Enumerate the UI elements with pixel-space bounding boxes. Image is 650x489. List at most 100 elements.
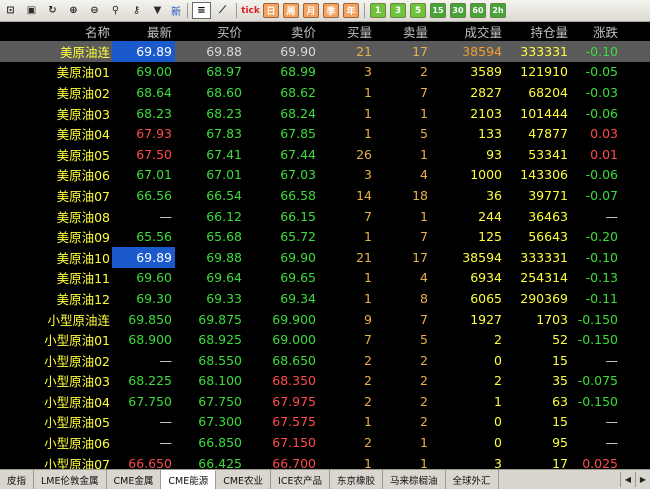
cell-bid: 68.60 [206, 84, 242, 100]
table-row[interactable]: 美原油09 65.56 65.68 65.72 1 7 125 56643 -0.20 [0, 226, 650, 247]
cell-bid: 68.23 [206, 105, 242, 121]
funnel-icon[interactable]: ▼ [148, 2, 167, 19]
header-name[interactable]: 名称 [85, 22, 110, 41]
header-bid[interactable]: 买价 [175, 22, 246, 41]
monthly-period-button[interactable]: 月 [303, 3, 319, 18]
table-row[interactable]: 小型原油连 69.850 69.875 69.900 9 7 1927 1703 -0.150 [0, 309, 650, 330]
cell-name: 美原油04 [56, 127, 110, 143]
table-row[interactable]: 美原油连 69.89 69.88 69.90 21 17 38594 333331 -0.10 [0, 41, 650, 62]
market-tab[interactable]: LME伦敦金属 [34, 470, 107, 489]
cell-volume: 3589 [470, 64, 502, 80]
cell-ask-vol: 5 [420, 332, 428, 348]
table-row[interactable]: 小型原油01 68.900 68.925 69.000 7 5 2 52 -0.150 [0, 329, 650, 350]
30min-period-button[interactable]: 30 [450, 3, 466, 18]
quarterly-period-button[interactable]: 季 [323, 3, 339, 18]
zoom-in-icon[interactable]: ⊕ [64, 2, 83, 19]
new-button[interactable]: 新 [169, 2, 183, 19]
cell-last: — [159, 208, 173, 224]
3min-period-button[interactable]: 3 [390, 3, 406, 18]
cell-name: 美原油03 [56, 106, 110, 122]
cell-bid-vol: 21 [356, 43, 372, 59]
header-open-interest[interactable]: 持仓量 [505, 22, 570, 41]
cell-ask: 67.03 [280, 167, 316, 183]
cell-open-interest: 15 [552, 352, 568, 368]
calculator-icon[interactable]: ▣ [22, 2, 41, 19]
key-icon[interactable]: ⚷ [127, 2, 146, 19]
market-tab[interactable]: 全球外汇 [446, 470, 499, 489]
table-row[interactable]: 美原油10 69.89 69.88 69.90 21 17 38594 333331 -0.10 [0, 246, 650, 268]
cell-bid-vol: 9 [364, 311, 372, 327]
cell-change: -0.075 [577, 373, 618, 389]
cell-open-interest: 290369 [520, 290, 568, 306]
quote-table: 名称 最新 买价 卖价 买量 卖量 成交量 持仓量 涨跌 美原油连 69.89 69… [0, 22, 650, 473]
table-row[interactable]: 美原油07 66.56 66.54 66.58 14 18 36 39771 -0.07 [0, 185, 650, 206]
cell-bid: 69.64 [206, 270, 242, 286]
toolbar: ⊡ ▣ ↻ ⊕ ⊖ ⚲ ⚷ ▼ 新 ≡ ⟋ tick 日周月季年 1 3 5 15 30 60 2h [0, 0, 650, 22]
header-volume[interactable]: 成交量 [431, 22, 505, 41]
header-ask[interactable]: 卖价 [246, 22, 320, 41]
cell-volume: 2 [494, 332, 502, 348]
zoom-out-icon[interactable]: ⊖ [85, 2, 104, 19]
table-row[interactable]: 小型原油03 68.225 68.100 68.350 2 2 2 35 -0.075 [0, 371, 650, 392]
search-icon[interactable]: ⚲ [106, 2, 125, 19]
5min-period-button[interactable]: 5 [410, 3, 426, 18]
table-row[interactable]: 美原油06 67.01 67.01 67.03 3 4 1000 143306 -0.06 [0, 165, 650, 186]
cell-last: 65.56 [136, 229, 172, 245]
header-bid-vol[interactable]: 买量 [320, 22, 375, 41]
2hour-period-button[interactable]: 2h [490, 3, 506, 18]
weekly-period-button[interactable]: 周 [283, 3, 299, 18]
1min-period-button[interactable]: 1 [370, 3, 386, 18]
cell-last: 69.60 [136, 270, 172, 286]
cell-bid-vol: 7 [364, 332, 372, 348]
table-row[interactable]: 美原油02 68.64 68.60 68.62 1 7 2827 68204 -0.03 [0, 82, 650, 103]
table-row[interactable]: 美原油04 67.93 67.83 67.85 1 5 133 47877 0.03 [0, 123, 650, 144]
header-change[interactable]: 涨跌 [570, 22, 620, 41]
cell-bid: 67.83 [206, 126, 242, 142]
table-row[interactable]: 小型原油02 — 68.550 68.650 2 2 0 15 — [0, 350, 650, 371]
market-tab[interactable]: 东京橡胶 [330, 470, 384, 489]
cell-ask-vol: 7 [420, 229, 428, 245]
header-last[interactable]: 最新 [112, 22, 175, 41]
table-row[interactable]: 小型原油05 — 67.300 67.575 1 2 0 15 — [0, 412, 650, 433]
table-row[interactable]: 美原油12 69.30 69.33 69.34 1 8 6065 290369 -0.11 [0, 288, 650, 309]
market-tab[interactable]: CME能源 [161, 470, 217, 489]
table-row[interactable]: 美原油08 — 66.12 66.15 7 1 244 36463 — [0, 206, 650, 227]
cell-change: 0.03 [590, 126, 618, 142]
table-row[interactable]: 小型原油06 — 66.850 67.150 2 1 0 95 — [0, 432, 650, 453]
60min-period-button[interactable]: 60 [470, 3, 486, 18]
15min-period-button[interactable]: 15 [430, 3, 446, 18]
cell-name: 美原油05 [56, 147, 110, 163]
table-row[interactable]: 美原油01 69.00 68.97 68.99 3 2 3589 121910 -0.05 [0, 62, 650, 83]
market-tab[interactable]: 马来棕榈油 [383, 470, 446, 489]
cell-name: 美原油07 [56, 188, 110, 204]
line-chart-icon[interactable]: ⟋ [213, 2, 232, 19]
tick-chart-button[interactable]: tick [241, 2, 260, 19]
cell-bid: 69.88 [206, 249, 242, 265]
cell-volume: 2 [494, 373, 502, 389]
table-row[interactable]: 美原油05 67.50 67.41 67.44 26 1 93 53341 0.01 [0, 144, 650, 165]
cell-last: — [159, 414, 173, 430]
market-tab[interactable]: CME金属 [107, 470, 162, 489]
header-ask-vol[interactable]: 卖量 [375, 22, 431, 41]
cell-volume: 93 [486, 146, 502, 162]
cell-last: 67.750 [128, 393, 172, 409]
scroll-left-icon[interactable]: ◀ [620, 472, 635, 487]
cell-change: -0.150 [577, 311, 618, 327]
market-tab[interactable]: ICE农产品 [271, 470, 330, 489]
cell-last: 67.50 [136, 146, 172, 162]
table-row[interactable]: 小型原油04 67.750 67.750 67.975 2 2 1 63 -0.150 [0, 391, 650, 412]
table-row[interactable]: 美原油03 68.23 68.23 68.24 1 1 2103 101444 -0.06 [0, 103, 650, 124]
market-tab[interactable]: 皮指 [0, 470, 35, 489]
daily-period-button[interactable]: 日 [263, 3, 279, 18]
cell-volume: 125 [478, 229, 502, 245]
yearly-period-button[interactable]: 年 [343, 3, 359, 18]
scroll-right-icon[interactable]: ▶ [635, 472, 650, 487]
market-tab[interactable]: CME农业 [216, 470, 272, 489]
table-row[interactable]: 美原油11 69.60 69.64 69.65 1 4 6934 254314 -0.13 [0, 268, 650, 289]
grid-icon[interactable]: ⊡ [1, 2, 20, 19]
cell-ask: 68.350 [272, 373, 316, 389]
refresh-icon[interactable]: ↻ [43, 2, 62, 19]
list-view-icon[interactable]: ≡ [192, 2, 211, 19]
cell-volume: 1000 [470, 167, 502, 183]
cell-change: -0.11 [585, 290, 618, 306]
